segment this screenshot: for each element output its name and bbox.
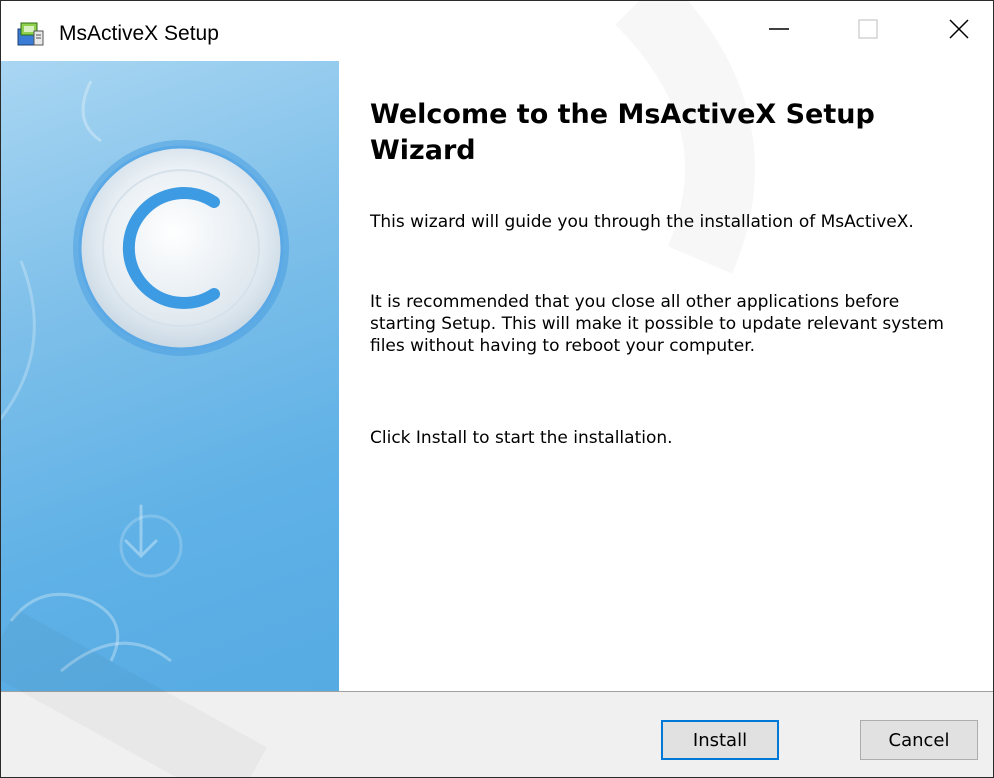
setup-window: MsActiveX Setup Welcome to the MsActiveX… [0, 0, 994, 778]
minimize-button[interactable] [749, 1, 809, 61]
title-bar[interactable]: MsActiveX Setup [1, 1, 993, 61]
wizard-banner [1, 61, 339, 691]
welcome-heading: Welcome to the MsActiveX Setup Wizard [370, 99, 875, 166]
recommendation-paragraph: It is recommended that you close all oth… [370, 292, 944, 356]
close-icon [948, 18, 970, 45]
install-button[interactable]: Install [661, 720, 779, 760]
maximize-button[interactable] [838, 1, 898, 61]
installer-box-icon [15, 19, 45, 47]
maximize-icon [857, 18, 879, 45]
button-bar: Install Cancel [1, 692, 993, 777]
intro-paragraph: This wizard will guide you through the i… [370, 212, 914, 232]
window-title: MsActiveX Setup [59, 22, 219, 45]
cancel-button[interactable]: Cancel [860, 720, 978, 760]
minimize-icon [768, 18, 790, 45]
welcome-panel: Welcome to the MsActiveX Setup Wizard Th… [339, 61, 993, 691]
close-button[interactable] [929, 1, 989, 61]
circular-c-logo-icon [73, 140, 289, 356]
instruction-paragraph: Click Install to start the installation. [370, 428, 673, 448]
banner-graphic [1, 80, 289, 673]
